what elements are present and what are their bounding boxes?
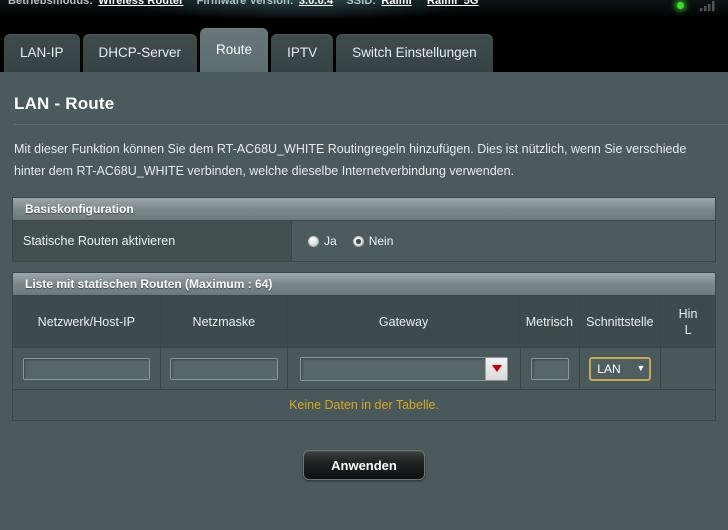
operation-mode-label: Betriebsmodus: — [8, 0, 94, 7]
radio-nein-label: Nein — [368, 234, 394, 248]
column-header-netmask-label: Netzmaske — [192, 314, 256, 329]
column-header-network-host-ip-label: Netzwerk/Host-IP — [37, 314, 135, 329]
radio-nein-icon[interactable] — [352, 235, 364, 247]
caret-down-icon[interactable] — [485, 357, 508, 380]
column-header-netmask: Netzmaske — [160, 295, 289, 347]
column-header-delete-label: L — [684, 322, 692, 337]
page-description: Mit dieser Funktion können Sie dem RT-AC… — [14, 138, 728, 182]
static-routes-radio-group: Ja Nein — [292, 221, 715, 261]
tab-bar: LAN-IP DHCP-Server Route IPTV Switch Ein… — [4, 28, 496, 72]
status-bar: Betriebsmodus: Wireless Router Firmware … — [0, 0, 728, 18]
cell-gateway — [288, 347, 521, 389]
table-input-row: LAN ▼ — [13, 347, 715, 389]
tab-lan-ip[interactable]: LAN-IP — [4, 34, 80, 72]
page-description-line-1: Mit dieser Funktion können Sie dem RT-AC… — [14, 142, 687, 156]
tab-switch-einstellungen[interactable]: Switch Einstellungen — [336, 34, 493, 72]
netmask-input[interactable] — [169, 357, 279, 380]
radio-ja-icon[interactable] — [308, 235, 319, 247]
signal-icon — [700, 1, 715, 11]
cell-interface: LAN ▼ — [580, 347, 662, 389]
gateway-input[interactable] — [299, 356, 509, 381]
column-header-gateway: Gateway — [288, 295, 521, 347]
static-routes-header: Liste mit statischen Routen (Maximum : 6… — [13, 273, 715, 295]
interface-select[interactable]: LAN ▼ — [589, 356, 652, 381]
column-header-metric: Metrisch — [520, 295, 580, 347]
column-header-add-delete: Hin L — [661, 295, 715, 347]
column-header-metric-label: Metrisch — [525, 314, 573, 329]
title-divider — [14, 124, 728, 125]
tab-bar-container: LAN-IP DHCP-Server Route IPTV Switch Ein… — [0, 18, 728, 72]
apply-button-container: Anwenden — [0, 450, 728, 480]
column-header-add-label: Hin — [678, 306, 698, 321]
page-title: LAN - Route — [14, 94, 115, 113]
basic-config-section: Basiskonfiguration Statische Routen akti… — [12, 197, 716, 262]
operation-mode-value[interactable]: Wireless Router — [98, 0, 183, 7]
firmware-label: Firmware Version: — [196, 0, 294, 7]
tab-iptv[interactable]: IPTV — [271, 34, 334, 72]
tab-route[interactable]: Route — [200, 28, 269, 72]
gateway-combobox — [299, 356, 509, 381]
status-bar-text: Betriebsmodus: Wireless Router Firmware … — [8, 0, 489, 7]
interface-select-value: LAN — [597, 361, 621, 376]
ssid-value-24g[interactable]: Raimi — [381, 0, 411, 7]
status-led-green-icon — [677, 2, 684, 9]
column-header-network-host-ip: Netzwerk/Host-IP — [13, 295, 161, 347]
column-header-interface-label: Schnittstelle — [586, 314, 654, 329]
radio-option-ja[interactable]: Ja — [308, 234, 337, 248]
ssid-label: SSID: — [346, 0, 377, 7]
cell-network-host-ip — [13, 347, 161, 389]
metric-input[interactable] — [531, 357, 570, 380]
basic-config-header: Basiskonfiguration — [13, 198, 715, 220]
cell-netmask — [160, 347, 289, 389]
apply-button[interactable]: Anwenden — [303, 450, 425, 480]
column-header-gateway-label: Gateway — [378, 314, 429, 329]
firmware-value[interactable]: 3.0.0.4 — [299, 0, 333, 7]
radio-option-nein[interactable]: Nein — [352, 234, 394, 248]
tab-dhcp-server[interactable]: DHCP-Server — [82, 34, 198, 72]
static-routes-section: Liste mit statischen Routen (Maximum : 6… — [12, 272, 716, 421]
ssid-value-5g[interactable]: Raimi_5G — [427, 0, 479, 7]
network-host-ip-input[interactable] — [23, 357, 150, 380]
main-panel: LAN - Route Mit dieser Funktion können S… — [0, 72, 728, 530]
static-routes-label: Statische Routen aktivieren — [13, 221, 292, 261]
static-routes-table: Netzwerk/Host-IP Netzmaske Gateway Metri… — [13, 295, 715, 420]
static-routes-row: Statische Routen aktivieren Ja Nein — [13, 220, 715, 261]
table-header-row: Netzwerk/Host-IP Netzmaske Gateway Metri… — [13, 295, 715, 347]
cell-add-delete[interactable] — [661, 347, 715, 389]
radio-ja-label: Ja — [324, 234, 337, 248]
table-empty-message: Keine Daten in der Tabelle. — [13, 389, 715, 420]
chevron-down-icon: ▼ — [636, 363, 646, 373]
column-header-interface: Schnittstelle — [579, 295, 662, 347]
page-description-line-2: hinter dem RT-AC68U_WHITE verbinden, wel… — [14, 164, 515, 178]
cell-metric — [520, 347, 581, 389]
